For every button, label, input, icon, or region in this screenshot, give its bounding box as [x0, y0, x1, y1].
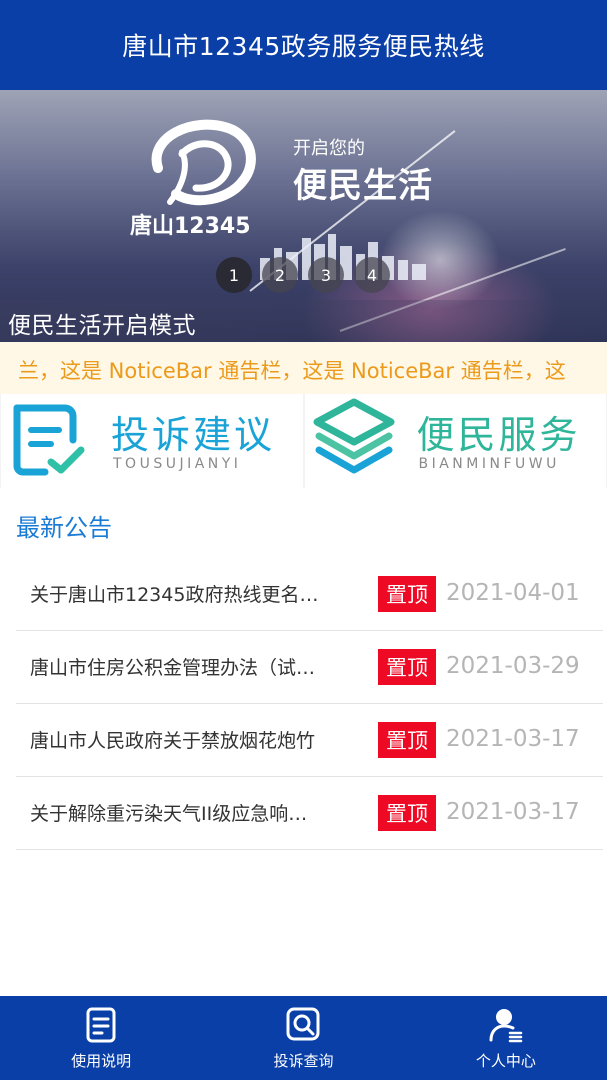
tab-complaint-query[interactable]: 投诉查询 — [202, 996, 404, 1080]
announcements-title: 最新公告 — [16, 514, 112, 542]
announcement-date: 2021-03-17 — [446, 799, 580, 825]
feature-tiles: 投诉建议 TOUSUJIANYI 便民服务 BIANMINFUWU — [0, 394, 607, 488]
bottom-tab-bar: 使用说明 投诉查询 个人中心 — [0, 996, 607, 1080]
document-icon — [83, 1006, 119, 1044]
announcement-title: 关于唐山市12345政府热线更名… — [30, 584, 319, 606]
tab-instructions[interactable]: 使用说明 — [0, 996, 202, 1080]
announcement-title: 唐山市住房公积金管理办法（试… — [30, 657, 316, 679]
search-icon — [285, 1006, 321, 1044]
feature-subtitle: BIANMINFUWU — [418, 456, 560, 472]
app-header: 唐山市12345政务服务便民热线 — [0, 0, 607, 90]
pinned-badge: 置顶 — [378, 576, 436, 612]
list-item[interactable]: 唐山市人民政府关于禁放烟花炮竹 置顶 2021-03-17 — [16, 704, 603, 777]
notice-text: 兰，这是 NoticeBar 通告栏，这是 NoticeBar 通告栏，这 — [18, 359, 566, 383]
document-check-icon — [9, 400, 89, 484]
feature-title: 投诉建议 — [111, 413, 276, 457]
user-icon — [488, 1006, 524, 1044]
carousel-dot[interactable]: 3 — [308, 257, 344, 293]
announcement-date: 2021-03-17 — [446, 726, 580, 752]
logo-text: 唐山12345 — [130, 214, 251, 239]
announcement-date: 2021-04-01 — [446, 580, 580, 606]
announcement-title: 关于解除重污染天气II级应急响… — [30, 803, 308, 825]
layers-icon — [311, 398, 397, 488]
carousel-dot[interactable]: 2 — [262, 257, 298, 293]
announcement-list: 关于唐山市12345政府热线更名… 置顶 2021-04-01 唐山市住房公积金… — [16, 558, 603, 850]
banner-tagline-small: 开启您的 — [293, 138, 365, 159]
complaint-suggestion-button[interactable]: 投诉建议 TOUSUJIANYI — [1, 394, 303, 488]
announcement-date: 2021-03-29 — [446, 653, 580, 679]
banner-caption: 便民生活开启模式 — [8, 313, 196, 339]
convenience-service-button[interactable]: 便民服务 BIANMINFUWU — [304, 394, 606, 488]
notice-bar[interactable]: 兰，这是 NoticeBar 通告栏，这是 NoticeBar 通告栏，这 — [0, 342, 607, 394]
tab-label: 个人中心 — [475, 1052, 536, 1070]
banner-carousel[interactable]: 唐山12345 开启您的 便民生活 便民生活开启模式 1 2 3 4 — [0, 90, 607, 342]
tab-label: 使用说明 — [71, 1052, 132, 1070]
announcement-title: 唐山市人民政府关于禁放烟花炮竹 — [30, 730, 316, 752]
list-item[interactable]: 关于解除重污染天气II级应急响… 置顶 2021-03-17 — [16, 777, 603, 850]
feature-subtitle: TOUSUJIANYI — [113, 456, 242, 472]
list-item[interactable]: 关于唐山市12345政府热线更名… 置顶 2021-04-01 — [16, 558, 603, 631]
carousel-dot[interactable]: 1 — [216, 257, 252, 293]
feature-title: 便民服务 — [416, 413, 581, 457]
pinned-badge: 置顶 — [378, 649, 436, 685]
pinned-badge: 置顶 — [378, 722, 436, 758]
page-title: 唐山市12345政务服务便民热线 — [122, 32, 485, 61]
tab-personal-center[interactable]: 个人中心 — [405, 996, 607, 1080]
tab-label: 投诉查询 — [273, 1052, 334, 1070]
banner-tagline-big: 便民生活 — [293, 166, 433, 206]
carousel-dot[interactable]: 4 — [354, 257, 390, 293]
list-item[interactable]: 唐山市住房公积金管理办法（试… 置顶 2021-03-29 — [16, 631, 603, 704]
carousel-indicators: 1 2 3 4 — [216, 257, 390, 293]
pinned-badge: 置顶 — [378, 795, 436, 831]
